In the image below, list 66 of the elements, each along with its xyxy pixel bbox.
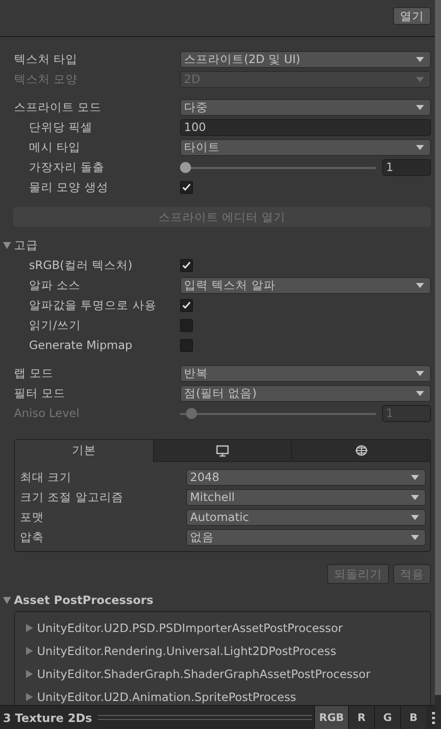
dropdown[interactable]: Automatic [186,508,426,526]
dropdown[interactable]: 없음 [186,528,426,546]
field-label: sRGB(컬러 텍스처) [28,258,134,272]
dropdown[interactable]: 다중 [180,98,431,116]
caret-icon [411,474,419,480]
dropdown[interactable]: 2048 [186,468,426,486]
slider-thumb[interactable] [180,162,191,172]
caret-icon [411,494,419,500]
processor-item[interactable]: UnityEditor.U2D.Animation.SpritePostProcess [26,685,430,705]
field-label: 텍스처 타입 [14,52,79,66]
caret-icon [416,390,424,396]
processor-item[interactable]: UnityEditor.U2D.PSD.PSDImporterAssetPostProcessor [26,616,430,639]
scrollbar[interactable] [435,0,441,729]
field-label: 물리 모양 생성 [28,180,110,194]
field-label: 읽기/쓰기 [28,318,82,332]
channel-button[interactable]: R [348,706,374,729]
number-field[interactable]: 100 [180,118,431,136]
status-title: 3 Texture 2Ds [3,710,92,724]
field-label: Generate Mipmap [28,338,134,352]
checkbox[interactable] [180,318,193,332]
checkbox[interactable] [180,258,193,272]
caret-icon [416,144,424,150]
dropdown[interactable]: 타이트 [180,138,431,156]
processor-item[interactable]: UnityEditor.ShaderGraph.ShaderGraphAssetPostProcessor [26,662,430,685]
field-label: 메시 타입 [28,140,82,154]
checkbox[interactable] [180,338,193,352]
monitor-icon [216,444,229,456]
checkbox[interactable] [180,180,193,194]
dropdown[interactable]: Mitchell [186,488,426,506]
number-field[interactable]: 1 [382,158,431,176]
field-label: 압축 [20,530,45,544]
dropdown[interactable]: 입력 텍스처 알파 [180,276,431,294]
field-label: 최대 크기 [20,470,73,484]
channel-button[interactable]: G [374,706,400,729]
caret-icon [411,534,419,540]
field-label: 단위당 픽셀 [28,120,94,134]
field-label: 알파 소스 [28,278,82,292]
caret-icon [411,514,419,520]
caret-icon [416,56,424,62]
dropdown[interactable]: 스프라이트(2D 및 UI) [180,50,431,68]
globe-icon [354,445,368,456]
platform-tab[interactable] [291,440,430,462]
field-label: 필터 모드 [14,386,67,400]
caret-icon [416,282,424,288]
field-label: 가장자리 돌출 [28,160,106,174]
caret-icon [416,370,424,376]
field-label: 스프라이트 모드 [14,100,103,114]
field-label: 포맷 [20,510,45,524]
open-button[interactable]: 열기 [393,7,431,25]
field-label: Aniso Level [14,406,80,420]
dropdown[interactable]: 점(필터 없음) [180,384,431,402]
more-icon[interactable] [432,712,435,724]
checkbox[interactable] [180,298,193,312]
field-label: 크기 조절 알고리즘 [20,490,124,504]
caret-icon [416,76,424,82]
platform-tab[interactable] [152,440,292,462]
foldout-header[interactable]: Asset PostProcessors [3,590,431,610]
caret-icon [416,104,424,110]
dropdown[interactable]: 반복 [180,364,431,382]
processor-item[interactable]: UnityEditor.Rendering.Universal.Light2DPostProcess [26,639,430,662]
field-label: 텍스처 모양 [14,72,79,86]
field-label: 알파값을 투명으로 사용 [28,298,158,312]
channel-button[interactable]: RGB [314,706,348,729]
field-label: 랩 모드 [14,366,55,380]
channel-button[interactable]: B [400,706,426,729]
foldout-header[interactable]: 고급 [3,235,431,255]
